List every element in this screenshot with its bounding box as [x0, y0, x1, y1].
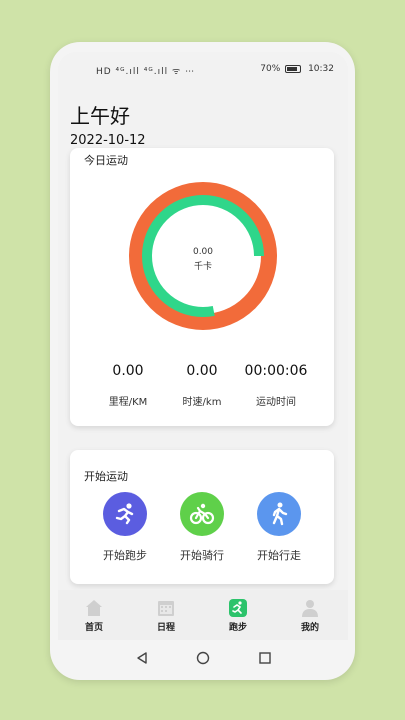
recents-icon [259, 652, 271, 664]
tab-running[interactable]: 跑步 [208, 598, 268, 633]
stat-time: 00:00:06 运动时间 [232, 363, 320, 408]
battery-icon [285, 64, 302, 73]
cycling-icon[interactable] [180, 492, 224, 536]
action-label: 开始行走 [257, 549, 301, 562]
stat-value: 00:00:06 [244, 363, 308, 379]
start-walking-button[interactable]: 开始行走 [244, 492, 314, 563]
app-screen: HD ⁴ᴳ.ıll ⁴ᴳ.ıll ᯤ ⋯ 70% 10:32 上午好 2022-… [58, 52, 348, 640]
tab-label: 首页 [84, 623, 103, 633]
calorie-value: 0.00 [192, 247, 214, 257]
bottom-tab-bar: 首页 日程 跑步 我的 [58, 590, 348, 640]
start-cycling-button[interactable]: 开始骑行 [167, 492, 237, 563]
calendar-icon [156, 598, 176, 618]
system-nav-bar [58, 640, 348, 676]
greeting: 上午好 [70, 104, 130, 128]
running-icon [228, 598, 248, 618]
back-icon [137, 652, 147, 664]
card-title: 今日运动 [84, 154, 128, 167]
tab-label: 我的 [300, 623, 319, 633]
stat-label: 运动时间 [256, 397, 296, 408]
clock: 10:32 [308, 64, 334, 74]
action-label: 开始跑步 [103, 549, 147, 562]
calorie-unit: 千卡 [193, 262, 212, 272]
battery-percent: 70% [260, 64, 281, 74]
date-label: 2022-10-12 [70, 133, 146, 148]
status-right: 70% 10:32 [260, 64, 334, 74]
running-icon[interactable] [103, 492, 147, 536]
home-icon [84, 598, 104, 618]
start-exercise-card: 开始运动 开始跑步 开始骑行 开始行走 [70, 450, 334, 584]
tab-label: 日程 [156, 623, 175, 633]
home-circle-icon [196, 651, 210, 665]
status-bar: HD ⁴ᴳ.ıll ⁴ᴳ.ıll ᯤ ⋯ 70% 10:32 [58, 52, 348, 86]
tab-mine[interactable]: 我的 [280, 598, 340, 633]
back-button[interactable] [135, 650, 149, 669]
walking-icon[interactable] [257, 492, 301, 536]
user-icon [300, 598, 320, 618]
home-nav-button[interactable] [196, 650, 210, 669]
today-exercise-card: 今日运动 0.00 千卡 0.00 里程/KM 0.00 时速/km 00:00… [70, 148, 334, 426]
card-title: 开始运动 [84, 470, 128, 483]
start-running-button[interactable]: 开始跑步 [90, 492, 160, 563]
tab-schedule[interactable]: 日程 [136, 598, 196, 633]
calorie-ring: 0.00 千卡 [123, 176, 283, 336]
status-icons: HD ⁴ᴳ.ıll ⁴ᴳ.ıll ᯤ ⋯ [96, 67, 196, 77]
tab-label: 跑步 [228, 623, 247, 633]
recents-button[interactable] [258, 650, 272, 669]
tab-home[interactable]: 首页 [64, 598, 124, 633]
action-label: 开始骑行 [180, 549, 224, 562]
